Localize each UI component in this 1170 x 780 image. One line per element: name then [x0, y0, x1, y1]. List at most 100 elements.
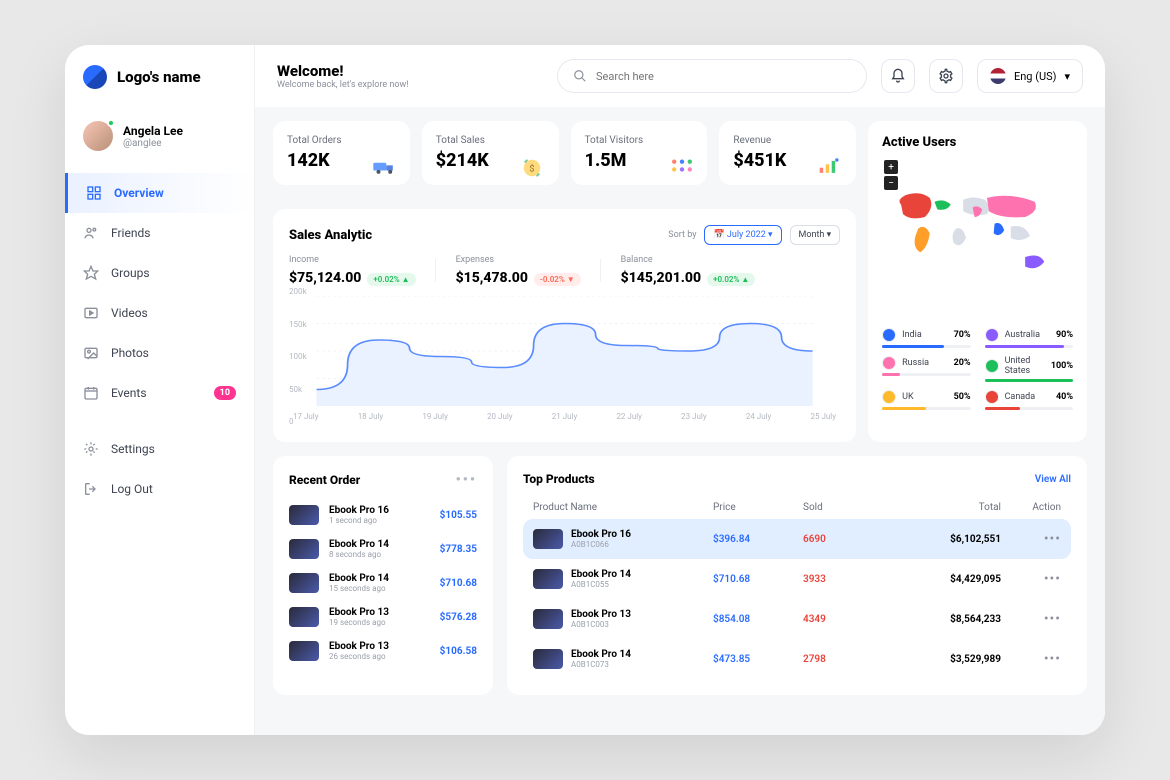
order-name: Ebook Pro 13: [329, 607, 430, 618]
flag-us-icon: [990, 68, 1006, 84]
stat-icon: $: [521, 157, 547, 175]
country-row: UK 50%: [882, 390, 970, 410]
col-sold: Sold: [803, 502, 893, 513]
stat-icon: [669, 157, 695, 175]
product-action-button[interactable]: •••: [1001, 611, 1061, 627]
order-time: 8 seconds ago: [329, 550, 430, 559]
country-row: Australia90%: [985, 328, 1073, 348]
granularity-select[interactable]: Month ▾: [790, 225, 841, 245]
metric-delta: +0.02% ▲: [707, 273, 755, 286]
country-pct: 70%: [954, 330, 971, 340]
world-map: [882, 158, 1073, 318]
sidebar-item-label: Videos: [111, 306, 148, 320]
settings-button[interactable]: [929, 59, 963, 93]
country-pct: 50%: [954, 392, 971, 402]
order-time: 15 seconds ago: [329, 584, 430, 593]
order-name: Ebook Pro 16: [329, 505, 430, 516]
metric-expenses: Expenses$15,478.00-0.02% ▼: [456, 255, 581, 286]
order-row[interactable]: Ebook Pro 1319 seconds ago$576.28: [289, 600, 477, 634]
brand-row: Logo's name: [65, 65, 254, 107]
product-action-button[interactable]: •••: [1001, 651, 1061, 667]
user-handle: @anglee: [123, 138, 183, 149]
sidebar-item-label: Overview: [114, 186, 164, 200]
sidebar-item-settings[interactable]: Settings: [65, 429, 254, 469]
videos-icon: [83, 305, 99, 321]
sidebar-item-events[interactable]: Events10: [65, 373, 254, 413]
flag-icon: [882, 390, 896, 404]
country-pct: 20%: [954, 358, 971, 368]
col-name: Product Name: [533, 502, 713, 513]
col-price: Price: [713, 502, 803, 513]
product-action-button[interactable]: •••: [1001, 531, 1061, 547]
online-dot: [107, 119, 115, 127]
search-box[interactable]: [557, 59, 867, 93]
product-total: $3,529,989: [893, 654, 1001, 665]
product-row[interactable]: Ebook Pro 13A0B1C003$854.084349$8,564,23…: [523, 599, 1071, 639]
sidebar-item-label: Photos: [111, 346, 149, 360]
period-select[interactable]: 📅 July 2022 ▾: [704, 225, 781, 245]
recent-orders-panel: Recent Order••• Ebook Pro 161 second ago…: [273, 456, 493, 695]
product-thumb: [533, 649, 563, 669]
country-row: Canada40%: [985, 390, 1073, 410]
sidebar-item-friends[interactable]: Friends: [65, 213, 254, 253]
product-row[interactable]: Ebook Pro 14A0B1C073$473.852798$3,529,98…: [523, 639, 1071, 679]
svg-text:$: $: [529, 164, 534, 175]
order-row[interactable]: Ebook Pro 1415 seconds ago$710.68: [289, 566, 477, 600]
sales-chart: 050k100k150k200k17 July18 July19 July20 …: [289, 296, 840, 426]
zoom-out-button[interactable]: −: [884, 176, 898, 190]
product-price: $854.08: [713, 614, 803, 625]
profile[interactable]: Angela Lee @anglee: [65, 107, 254, 165]
stat-icon: [818, 157, 844, 175]
events-icon: [83, 385, 99, 401]
notifications-button[interactable]: [881, 59, 915, 93]
country-pct: 90%: [1056, 330, 1073, 340]
search-input[interactable]: [596, 70, 852, 83]
top-products-panel: Top ProductsView All Product Name Price …: [507, 456, 1087, 695]
country-pct: 100%: [1051, 361, 1073, 371]
zoom-in-button[interactable]: +: [884, 160, 898, 174]
order-name: Ebook Pro 14: [329, 573, 430, 584]
logo-icon: [83, 65, 107, 89]
stat-label: Total Visitors: [585, 135, 694, 146]
flag-icon: [882, 356, 896, 370]
search-icon: [572, 68, 588, 84]
order-row[interactable]: Ebook Pro 148 seconds ago$778.35: [289, 532, 477, 566]
active-users-title: Active Users: [882, 135, 1073, 150]
order-price: $576.28: [440, 612, 477, 623]
country-row: United States100%: [985, 356, 1073, 382]
sales-analytic-card: Sales AnalyticSort by📅 July 2022 ▾Month …: [273, 209, 856, 442]
groups-icon: [83, 265, 99, 281]
recent-more-button[interactable]: •••: [456, 472, 477, 488]
product-sold: 2798: [803, 654, 893, 665]
sidebar-item-label: Friends: [111, 226, 150, 240]
country-name: UK: [902, 392, 947, 402]
product-thumb: [289, 573, 319, 593]
product-sku: A0B1C073: [571, 660, 631, 669]
product-name: Ebook Pro 16: [571, 529, 631, 540]
product-name: Ebook Pro 14: [571, 649, 631, 660]
order-row[interactable]: Ebook Pro 1326 seconds ago$106.58: [289, 634, 477, 668]
country-row: Russia20%: [882, 356, 970, 382]
nav: Overview Friends Groups Videos Photos Events1…: [65, 173, 254, 509]
product-row[interactable]: Ebook Pro 16A0B1C066$396.846690$6,102,55…: [523, 519, 1071, 559]
order-time: 1 second ago: [329, 516, 430, 525]
chevron-down-icon: ▾: [1064, 70, 1070, 83]
view-all-link[interactable]: View All: [1035, 474, 1071, 485]
flag-icon: [985, 390, 999, 404]
order-row[interactable]: Ebook Pro 161 second ago $105.55: [289, 498, 477, 532]
sidebar-item-logout[interactable]: Log Out: [65, 469, 254, 509]
order-price: $106.58: [440, 646, 477, 657]
sidebar-item-photos[interactable]: Photos: [65, 333, 254, 373]
stat-card-2: Total Visitors1.5M: [571, 121, 708, 185]
sidebar-item-videos[interactable]: Videos: [65, 293, 254, 333]
product-thumb: [289, 607, 319, 627]
order-price: $105.55: [440, 510, 477, 521]
product-action-button[interactable]: •••: [1001, 571, 1061, 587]
sidebar-item-groups[interactable]: Groups: [65, 253, 254, 293]
stat-label: Revenue: [733, 135, 842, 146]
sidebar-item-overview[interactable]: Overview: [65, 173, 254, 213]
product-row[interactable]: Ebook Pro 14A0B1C055$710.683933$4,429,09…: [523, 559, 1071, 599]
country-row: India70%: [882, 328, 970, 348]
product-thumb: [533, 529, 563, 549]
language-select[interactable]: Eng (US) ▾: [977, 59, 1083, 93]
